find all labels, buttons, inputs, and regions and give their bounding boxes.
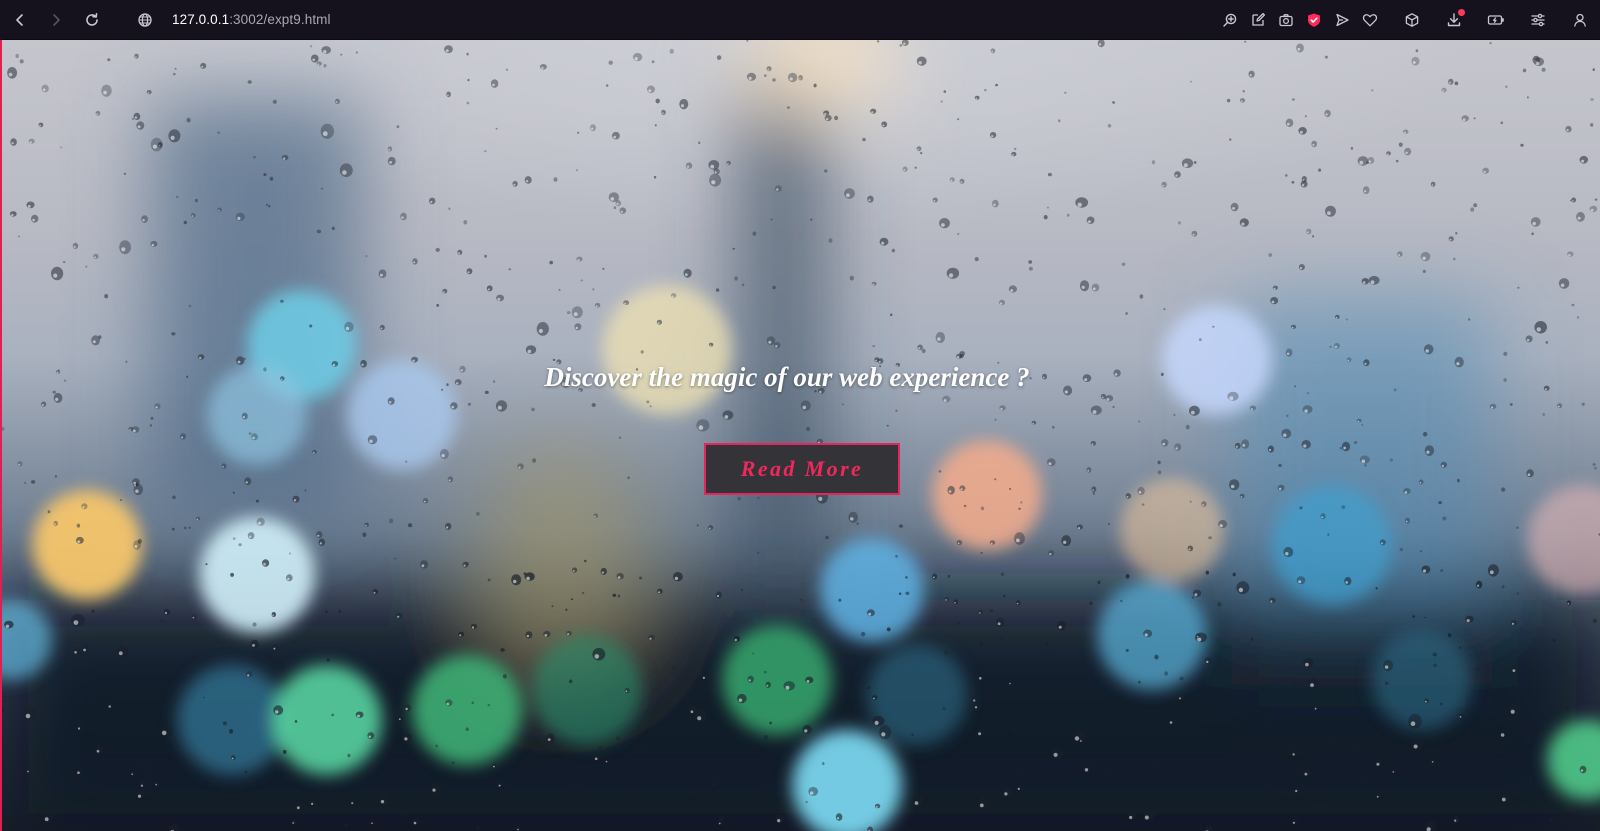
navigation-buttons <box>2 2 110 38</box>
back-button[interactable] <box>2 2 38 38</box>
edit-button[interactable] <box>1244 5 1272 35</box>
screenshot-button[interactable] <box>1272 5 1300 35</box>
send-icon <box>1336 13 1349 27</box>
url-host: 127.0.0.1 <box>172 12 230 27</box>
hero-headline: Discover the magic of our web experience… <box>2 362 1600 393</box>
settings-sliders-icon <box>1531 13 1545 27</box>
send-button[interactable] <box>1328 5 1356 35</box>
edit-icon <box>1252 12 1266 26</box>
back-arrow-icon <box>16 13 23 26</box>
favorite-button[interactable] <box>1356 5 1384 35</box>
shield-icon <box>1308 13 1320 27</box>
read-more-button[interactable]: Read More <box>704 443 900 495</box>
extensions-button[interactable] <box>1398 5 1426 35</box>
url-path: :3002/expt9.html <box>229 12 331 27</box>
settings-button[interactable] <box>1524 5 1552 35</box>
hero-section: Discover the magic of our web experience… <box>2 40 1600 831</box>
battery-icon <box>1487 15 1504 25</box>
browser-toolbar: 127.0.0.1:3002/expt9.html <box>0 0 1600 40</box>
page-viewport: Discover the magic of our web experience… <box>0 40 1600 831</box>
profile-button[interactable] <box>1566 5 1594 35</box>
downloads-button[interactable] <box>1440 5 1468 35</box>
toolbar-actions <box>1216 2 1594 38</box>
camera-icon <box>1279 14 1293 27</box>
forward-arrow-icon <box>53 13 60 26</box>
zoom-button[interactable] <box>1216 5 1244 35</box>
cube-icon <box>1405 13 1419 27</box>
forward-button[interactable] <box>38 2 74 38</box>
battery-saver-button[interactable] <box>1482 5 1510 35</box>
address-bar[interactable]: 127.0.0.1:3002/expt9.html <box>134 5 694 35</box>
reload-button[interactable] <box>74 2 110 38</box>
profile-icon <box>1574 13 1586 27</box>
notification-dot <box>1458 9 1465 16</box>
site-info-button[interactable] <box>134 9 156 31</box>
shield-button[interactable] <box>1300 5 1328 35</box>
globe-icon <box>138 12 152 27</box>
url-text[interactable]: 127.0.0.1:3002/expt9.html <box>172 12 331 27</box>
hero-headline-text: Discover the magic of our web experience… <box>544 362 1030 392</box>
heart-icon <box>1362 14 1378 27</box>
reload-icon <box>86 12 98 26</box>
zoom-icon <box>1223 13 1237 27</box>
